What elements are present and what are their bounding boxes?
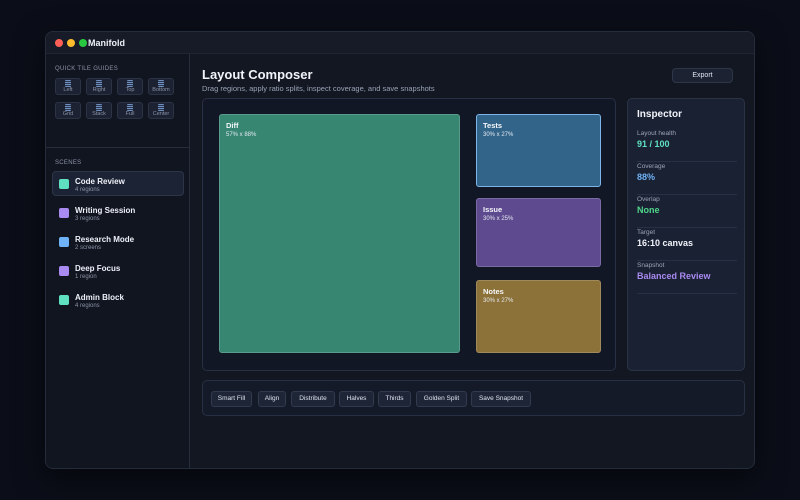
scene-color-swatch xyxy=(59,179,69,189)
region-size: 30% x 27% xyxy=(483,132,514,138)
inspector-value: 16:10 canvas xyxy=(637,238,694,248)
inspector-label: Target xyxy=(637,229,656,236)
tile-right-icon xyxy=(96,80,102,87)
golden-split-button[interactable]: Golden Split xyxy=(416,391,467,407)
region-size: 57% x 88% xyxy=(226,132,257,138)
app-title: Manifold xyxy=(88,38,125,48)
tile-full-icon xyxy=(127,104,133,111)
scene-title: Deep Focus xyxy=(75,264,121,273)
scene-subtitle: 4 regions xyxy=(75,303,100,309)
scene-title: Research Mode xyxy=(75,235,135,244)
minimize-window-button[interactable] xyxy=(67,39,75,47)
tile-label: Full xyxy=(125,111,135,117)
align-button[interactable]: Align xyxy=(258,391,286,407)
scene-item-writing-session[interactable]: Writing Session 3 regions xyxy=(52,200,184,225)
region-name: Issue xyxy=(483,205,503,214)
sidebar-divider xyxy=(46,147,190,148)
inspector-label: Overlap xyxy=(637,196,660,203)
tile-guide-top[interactable]: Top xyxy=(117,78,143,95)
inspector-layout-health: Layout health 91 / 100 xyxy=(637,129,737,162)
region-tests[interactable]: Tests 30% x 27% xyxy=(476,114,601,187)
inspector-value: 91 / 100 xyxy=(637,139,670,149)
tile-guide-bottom[interactable]: Bottom xyxy=(148,78,174,95)
region-name: Tests xyxy=(483,121,503,130)
scene-item-deep-focus[interactable]: Deep Focus 1 region xyxy=(52,258,184,283)
title-bar: Manifold xyxy=(46,32,754,54)
inspector-value: Balanced Review xyxy=(637,271,711,281)
region-size: 30% x 27% xyxy=(483,298,514,304)
scene-item-code-review[interactable]: Code Review 4 regions xyxy=(52,171,184,196)
page-title: Layout Composer xyxy=(202,67,313,82)
inspector-target: Target 16:10 canvas xyxy=(637,228,737,261)
tile-top-icon xyxy=(127,80,133,87)
tile-guide-right[interactable]: Right xyxy=(86,78,112,95)
inspector-value: None xyxy=(637,205,660,215)
inspector-title: Inspector xyxy=(637,109,683,120)
app-window: Manifold QUICK TILE GUIDES Left Right To… xyxy=(45,31,755,469)
inspector-label: Snapshot xyxy=(637,262,665,269)
scene-title: Code Review xyxy=(75,177,125,186)
inspector-coverage: Coverage 88% xyxy=(637,162,737,195)
region-notes[interactable]: Notes 30% x 27% xyxy=(476,280,601,353)
distribute-button[interactable]: Distribute xyxy=(291,391,335,407)
scene-color-swatch xyxy=(59,237,69,247)
tile-label: Stack xyxy=(92,111,106,117)
smart-fill-button[interactable]: Smart Fill xyxy=(211,391,252,407)
inspector-panel: Inspector Layout health 91 / 100 Coverag… xyxy=(627,98,745,371)
scene-item-research-mode[interactable]: Research Mode 2 screens xyxy=(52,229,184,254)
scene-subtitle: 1 region xyxy=(75,274,97,280)
thirds-button[interactable]: Thirds xyxy=(378,391,411,407)
scene-color-swatch xyxy=(59,208,69,218)
scene-title: Admin Block xyxy=(75,293,124,302)
inspector-label: Layout health xyxy=(637,130,677,137)
tile-label: Center xyxy=(152,111,170,117)
page-subtitle: Drag regions, apply ratio splits, inspec… xyxy=(202,84,435,93)
tile-left-icon xyxy=(65,80,71,87)
tile-label: Grid xyxy=(62,111,74,117)
region-size: 30% x 25% xyxy=(483,216,514,222)
scene-subtitle: 2 screens xyxy=(75,245,102,251)
region-name: Notes xyxy=(483,287,504,296)
tile-guides-heading: QUICK TILE GUIDES xyxy=(55,66,119,72)
tile-label: Bottom xyxy=(152,87,170,93)
close-window-button[interactable] xyxy=(55,39,63,47)
tile-center-icon xyxy=(158,104,164,111)
sidebar: QUICK TILE GUIDES Left Right Top Bottom … xyxy=(46,54,190,468)
scenes-heading: SCENES xyxy=(55,160,82,166)
export-button[interactable]: Export xyxy=(672,68,733,83)
inspector-snapshot: Snapshot Balanced Review xyxy=(637,261,737,294)
tile-guide-left[interactable]: Left xyxy=(55,78,81,95)
halves-button[interactable]: Halves xyxy=(339,391,374,407)
tile-guide-full[interactable]: Full xyxy=(117,102,143,119)
action-toolbar: Smart Fill Align Distribute Halves Third… xyxy=(202,380,745,416)
tile-stack-icon xyxy=(96,104,102,111)
tile-label: Left xyxy=(63,87,73,93)
zoom-window-button[interactable] xyxy=(79,39,87,47)
scene-color-swatch xyxy=(59,295,69,305)
tile-label: Right xyxy=(92,87,106,93)
region-diff[interactable]: Diff 57% x 88% xyxy=(219,114,460,353)
tile-guide-center[interactable]: Center xyxy=(148,102,174,119)
save-snapshot-button[interactable]: Save Snapshot xyxy=(471,391,531,407)
tile-label: Top xyxy=(125,87,135,93)
scene-title: Writing Session xyxy=(75,206,136,215)
tile-bottom-icon xyxy=(158,80,164,87)
tile-grid-icon xyxy=(65,104,71,111)
region-name: Diff xyxy=(226,121,239,130)
tile-guide-stack[interactable]: Stack xyxy=(86,102,112,119)
scene-item-admin-block[interactable]: Admin Block 4 regions xyxy=(52,287,184,312)
scene-color-swatch xyxy=(59,266,69,276)
layout-canvas: Diff 57% x 88% Tests 30% x 27% Issue 30%… xyxy=(202,98,616,371)
inspector-overlap: Overlap None xyxy=(637,195,737,228)
main-panel: Layout Composer Drag regions, apply rati… xyxy=(191,54,754,468)
scene-subtitle: 3 regions xyxy=(75,216,100,222)
inspector-label: Coverage xyxy=(637,163,666,170)
tile-guide-grid[interactable]: Grid xyxy=(55,102,81,119)
inspector-value: 88% xyxy=(637,172,656,182)
scene-subtitle: 4 regions xyxy=(75,187,100,193)
region-issue[interactable]: Issue 30% x 25% xyxy=(476,198,601,267)
